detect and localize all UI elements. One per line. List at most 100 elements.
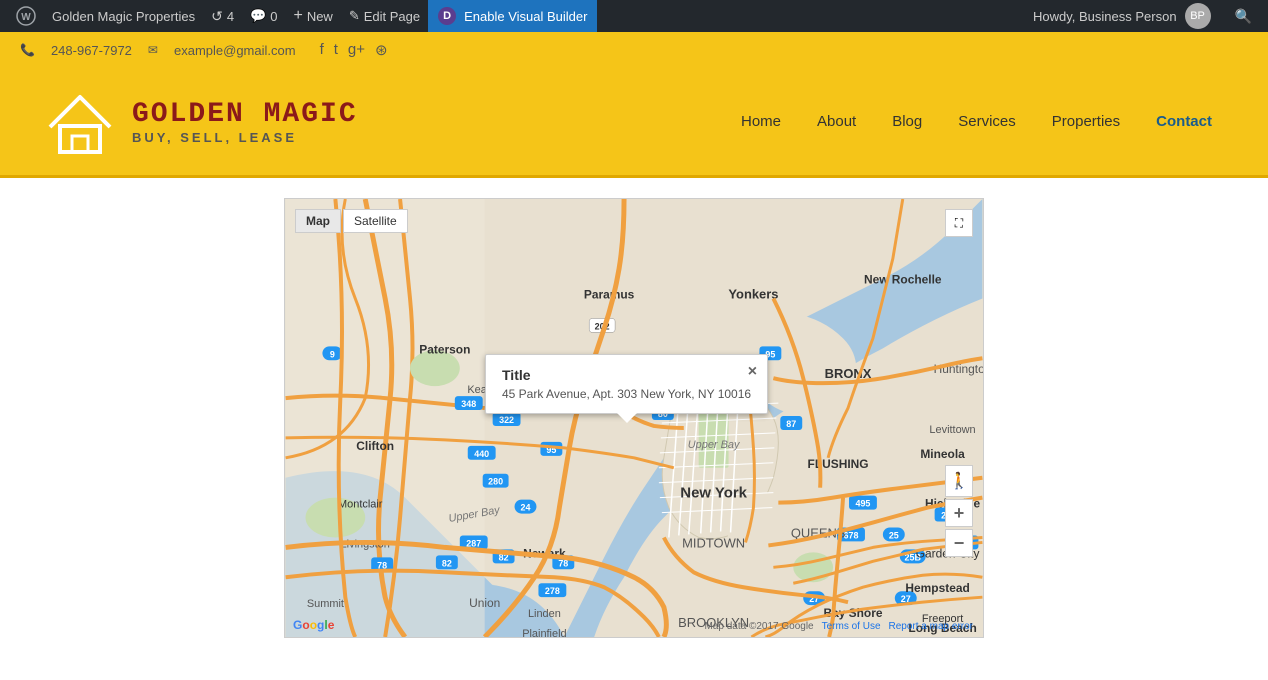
- map-container[interactable]: 202 4 95 80 87 295 495: [284, 198, 984, 638]
- site-header: GOLDEN MAGIC BUY, SELL, LEASE Home About…: [0, 68, 1268, 178]
- twitter-icon[interactable]: t: [334, 41, 338, 59]
- contact-bar: 📞 248-967-7972 ✉ example@gmail.com f t g…: [0, 32, 1268, 68]
- map-data-text: Map data ©2017 Google: [704, 621, 813, 632]
- svg-text:Paterson: Paterson: [419, 342, 470, 356]
- map-zoom-controls: 🚶 + −: [945, 465, 973, 557]
- nav-properties[interactable]: Properties: [1036, 105, 1136, 138]
- map-zoom-out-button[interactable]: −: [945, 529, 973, 557]
- new-button[interactable]: + New: [285, 0, 340, 32]
- nav-blog[interactable]: Blog: [876, 105, 938, 138]
- svg-text:495: 495: [855, 499, 870, 509]
- howdy-button[interactable]: Howdy, Business Person BP: [1025, 3, 1219, 29]
- googleplus-icon[interactable]: g+: [348, 41, 365, 59]
- site-logo[interactable]: GOLDEN MAGIC BUY, SELL, LEASE: [40, 82, 358, 162]
- svg-text:9: 9: [330, 349, 335, 359]
- svg-text:Plainfield: Plainfield: [522, 628, 566, 637]
- plus-icon: +: [293, 7, 302, 25]
- svg-text:Summit: Summit: [307, 598, 344, 610]
- svg-text:440: 440: [474, 449, 489, 459]
- revisions-icon: ↺: [211, 8, 223, 25]
- nav-contact[interactable]: Contact: [1140, 105, 1228, 138]
- visual-builder-label: Enable Visual Builder: [464, 9, 587, 24]
- admin-bar: W Golden Magic Properties ↺ 4 💬 0 + New …: [0, 0, 1268, 32]
- map-popup: × Title 45 Park Avenue, Apt. 303 New Yor…: [485, 354, 768, 414]
- svg-text:25: 25: [889, 530, 899, 540]
- divi-icon: D: [438, 7, 456, 25]
- facebook-icon[interactable]: f: [320, 41, 324, 59]
- map-type-satellite-button[interactable]: Satellite: [343, 209, 408, 233]
- svg-text:348: 348: [461, 399, 476, 409]
- svg-text:280: 280: [488, 477, 503, 487]
- svg-text:MIDTOWN: MIDTOWN: [682, 535, 745, 550]
- new-label: New: [307, 9, 333, 24]
- svg-text:W: W: [21, 12, 31, 23]
- nav-home[interactable]: Home: [725, 105, 797, 138]
- svg-text:Linden: Linden: [528, 608, 561, 620]
- map-wrapper: 202 4 95 80 87 295 495: [284, 198, 984, 638]
- site-name-label: Golden Magic Properties: [52, 9, 195, 24]
- svg-text:Union: Union: [469, 596, 500, 610]
- logo-image: [40, 82, 120, 162]
- email-icon: ✉: [148, 43, 158, 57]
- edit-page-button[interactable]: ✎ Edit Page: [341, 0, 428, 32]
- report-map-error-link[interactable]: Report a map error: [889, 621, 973, 632]
- svg-text:87: 87: [786, 419, 796, 429]
- rss-icon[interactable]: ⊛: [375, 41, 388, 59]
- popup-tail: [617, 413, 637, 423]
- revisions-button[interactable]: ↺ 4: [203, 0, 242, 32]
- map-zoom-in-button[interactable]: +: [945, 499, 973, 527]
- svg-text:322: 322: [499, 415, 514, 425]
- terms-of-use-link[interactable]: Terms of Use: [822, 621, 881, 632]
- svg-text:82: 82: [442, 558, 452, 568]
- map-type-controls: Map Satellite: [295, 209, 408, 233]
- phone-number: 248-967-7972: [51, 43, 132, 58]
- map-type-map-button[interactable]: Map: [295, 209, 341, 233]
- svg-text:Clifton: Clifton: [356, 439, 394, 453]
- svg-text:New York: New York: [680, 485, 747, 502]
- edit-label: Edit Page: [364, 9, 420, 24]
- comments-icon: 💬: [250, 8, 266, 24]
- svg-text:New Rochelle: New Rochelle: [864, 273, 942, 287]
- search-icon: 🔍: [1235, 8, 1252, 25]
- map-fullscreen-button[interactable]: ⛶: [945, 209, 973, 237]
- svg-text:24: 24: [521, 503, 531, 513]
- wp-logo-button[interactable]: W: [8, 0, 44, 32]
- google-logo: Google: [293, 618, 334, 632]
- svg-text:Yonkers: Yonkers: [728, 287, 778, 302]
- svg-text:278: 278: [545, 586, 560, 596]
- svg-text:Upper Bay: Upper Bay: [688, 439, 741, 451]
- fullscreen-icon: ⛶: [955, 216, 963, 231]
- popup-close-button[interactable]: ×: [748, 363, 757, 381]
- wp-icon: W: [16, 6, 36, 26]
- svg-text:Mineola: Mineola: [920, 447, 965, 461]
- comments-button[interactable]: 💬 0: [242, 0, 285, 32]
- revisions-count: 4: [227, 9, 234, 24]
- email-address: example@gmail.com: [174, 43, 296, 58]
- admin-bar-right: Howdy, Business Person BP 🔍: [1025, 3, 1260, 29]
- popup-address: 45 Park Avenue, Apt. 303 New York, NY 10…: [502, 387, 751, 401]
- howdy-label: Howdy, Business Person: [1033, 9, 1177, 24]
- nav-about[interactable]: About: [801, 105, 872, 138]
- nav-services[interactable]: Services: [942, 105, 1032, 138]
- edit-icon: ✎: [349, 8, 360, 24]
- social-links: f t g+ ⊛: [320, 41, 388, 59]
- popup-title: Title: [502, 367, 751, 383]
- map-footer: Map data ©2017 Google Terms of Use Repor…: [704, 621, 973, 632]
- site-nav: Home About Blog Services Properties Cont…: [725, 105, 1228, 138]
- phone-icon: 📞: [20, 43, 35, 57]
- logo-text: GOLDEN MAGIC BUY, SELL, LEASE: [132, 99, 358, 145]
- comments-count: 0: [270, 9, 277, 24]
- svg-text:678: 678: [844, 530, 859, 540]
- visual-builder-button[interactable]: D Enable Visual Builder: [428, 0, 597, 32]
- pegman-icon: 🚶: [949, 471, 969, 491]
- search-button[interactable]: 🔍: [1227, 8, 1260, 25]
- svg-text:Paramus: Paramus: [584, 288, 635, 302]
- logo-title: GOLDEN MAGIC: [132, 99, 358, 130]
- avatar: BP: [1185, 3, 1211, 29]
- map-pegman-button[interactable]: 🚶: [945, 465, 973, 497]
- logo-tagline: BUY, SELL, LEASE: [132, 130, 358, 145]
- site-name-button[interactable]: Golden Magic Properties: [44, 0, 203, 32]
- svg-text:FLUSHING: FLUSHING: [808, 457, 869, 471]
- svg-text:Linden: Linden: [443, 636, 476, 637]
- svg-text:Montclair: Montclair: [338, 499, 383, 511]
